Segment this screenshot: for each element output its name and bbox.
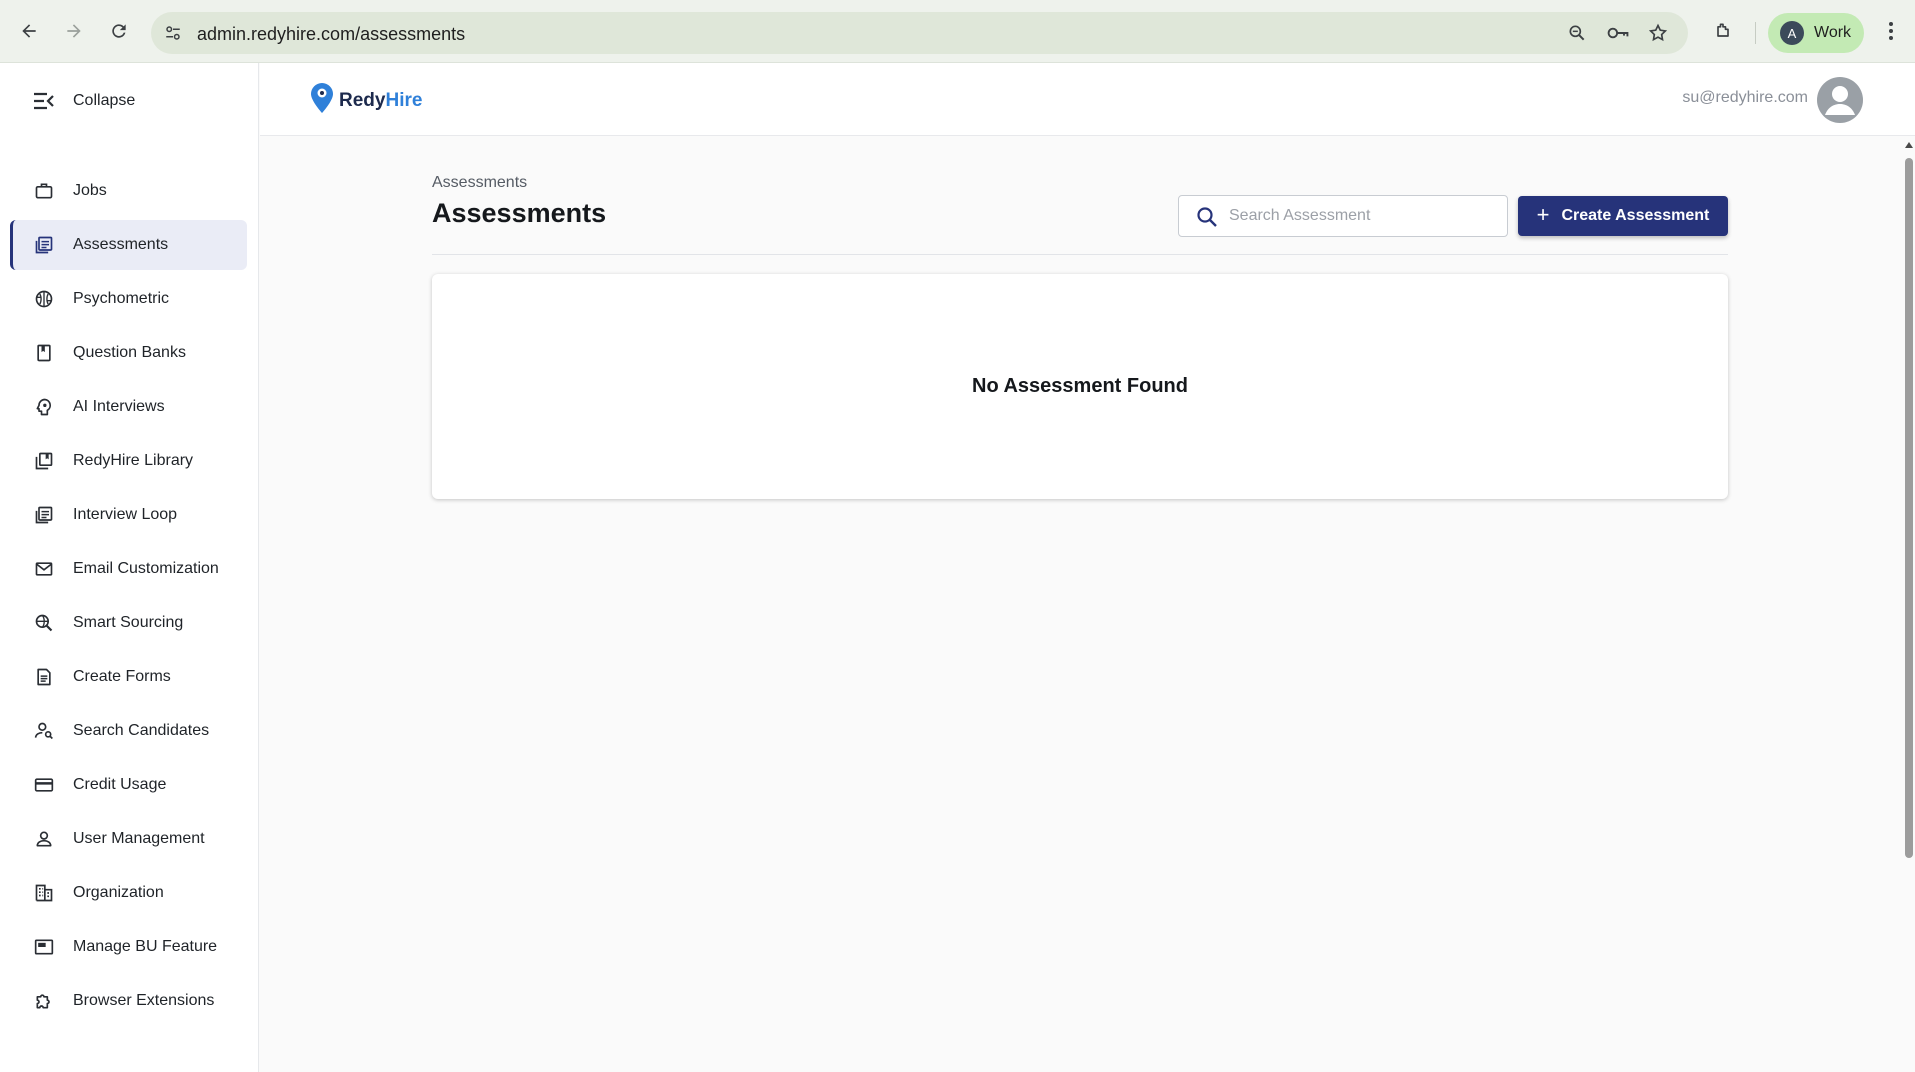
sidebar-item-label: Question Banks <box>73 344 186 361</box>
sidebar-item-label: Email Customization <box>73 560 219 577</box>
list-stack-icon <box>32 503 56 527</box>
sidebar-item-label: Jobs <box>73 182 107 199</box>
featured-video-icon <box>32 935 56 959</box>
library-books-icon <box>32 449 56 473</box>
psychology-head-icon <box>32 395 56 419</box>
brain-icon <box>32 287 56 311</box>
sidebar-item-label: Smart Sourcing <box>73 614 184 631</box>
site-settings-icon[interactable] <box>161 21 185 45</box>
profile-label: Work <box>1814 24 1852 41</box>
bookmark-star-icon[interactable] <box>1646 21 1670 45</box>
sidebar-item-label: Manage BU Feature <box>73 938 218 955</box>
sidebar-item-user-management[interactable]: User Management <box>10 814 247 864</box>
user-avatar[interactable] <box>1817 77 1863 123</box>
sidebar-item-manage-bu-feature[interactable]: Manage BU Feature <box>10 922 247 972</box>
sidebar-item-label: Credit Usage <box>73 776 167 793</box>
sidebar-item-credit-usage[interactable]: Credit Usage <box>10 760 247 810</box>
search-assessment-field[interactable] <box>1178 195 1508 237</box>
sidebar-item-label: Browser Extensions <box>73 992 215 1009</box>
sidebar-item-label: Assessments <box>73 236 169 253</box>
sidebar-item-smart-sourcing[interactable]: Smart Sourcing <box>10 598 247 648</box>
scroll-up-arrow-icon[interactable] <box>1905 142 1913 148</box>
sidebar-item-label: AI Interviews <box>73 398 165 415</box>
sidebar-item-create-forms[interactable]: Create Forms <box>10 652 247 702</box>
sidebar-item-organization[interactable]: Organization <box>10 868 247 918</box>
briefcase-icon <box>32 179 56 203</box>
sidebar-item-interview-loop[interactable]: Interview Loop <box>10 490 247 540</box>
empty-state-message: No Assessment Found <box>972 375 1188 397</box>
sidebar-item-question-banks[interactable]: Question Banks <box>10 328 247 378</box>
logo-text: RedyHire <box>339 90 422 112</box>
reload-icon[interactable] <box>105 17 133 45</box>
sidebar-item-psychometric[interactable]: Psychometric <box>10 274 247 324</box>
logo-hire-text: Hire <box>385 89 423 111</box>
url-text[interactable]: admin.redyhire.com/assessments <box>197 24 465 45</box>
zoom-icon[interactable] <box>1565 21 1589 45</box>
bookmark-book-icon <box>32 341 56 365</box>
extension-puzzle-icon <box>32 989 56 1013</box>
empty-state-card: No Assessment Found <box>432 274 1728 499</box>
password-key-icon[interactable] <box>1606 21 1630 45</box>
user-email: su@redyhire.com <box>1682 89 1808 106</box>
breadcrumb[interactable]: Assessments <box>432 174 527 192</box>
travel-explore-icon <box>32 611 56 635</box>
divider <box>432 254 1728 255</box>
sidebar-item-label: Organization <box>73 884 164 901</box>
sidebar-nav: Jobs Assessments Psychometric Question B… <box>10 166 247 1030</box>
address-bar[interactable]: admin.redyhire.com/assessments <box>151 12 1688 54</box>
browser-toolbar: admin.redyhire.com/assessments A Work <box>0 0 1915 63</box>
sidebar-item-label: Interview Loop <box>73 506 178 523</box>
assessment-icon <box>32 233 56 257</box>
create-assessment-button[interactable]: + Create Assessment <box>1518 196 1728 236</box>
sidebar-item-assessments[interactable]: Assessments <box>10 220 247 270</box>
sidebar-item-label: User Management <box>73 830 205 847</box>
toolbar-divider <box>1755 22 1756 44</box>
menu-collapse-icon <box>32 89 56 113</box>
extensions-puzzle-icon[interactable] <box>1709 17 1737 45</box>
back-arrow-icon[interactable] <box>15 17 43 45</box>
search-input[interactable] <box>1229 196 1499 236</box>
kebab-menu-icon[interactable] <box>1877 17 1905 45</box>
building-icon <box>32 881 56 905</box>
document-icon <box>32 665 56 689</box>
create-assessment-label: Create Assessment <box>1561 207 1710 224</box>
search-icon <box>1195 205 1219 229</box>
forward-arrow-icon[interactable] <box>60 17 88 45</box>
sidebar-item-label: Psychometric <box>73 290 170 307</box>
person-icon <box>32 827 56 851</box>
sidebar-item-label: Search Candidates <box>73 722 210 739</box>
sidebar: Collapse Jobs Assessments Psychometric Q… <box>0 63 259 1072</box>
sidebar-item-search-candidates[interactable]: Search Candidates <box>10 706 247 756</box>
plus-icon: + <box>1536 202 1550 227</box>
mail-icon <box>32 557 56 581</box>
credit-card-icon <box>32 773 56 797</box>
app-header: RedyHire su@redyhire.com <box>260 63 1915 136</box>
collapse-button[interactable]: Collapse <box>0 83 259 119</box>
location-pin-icon <box>310 82 334 119</box>
sidebar-item-ai-interviews[interactable]: AI Interviews <box>10 382 247 432</box>
sidebar-item-email-customization[interactable]: Email Customization <box>10 544 247 594</box>
person-search-icon <box>32 719 56 743</box>
profile-chip[interactable]: A Work <box>1768 13 1864 53</box>
sidebar-item-label: RedyHire Library <box>73 452 194 469</box>
scrollbar-thumb[interactable] <box>1905 158 1913 858</box>
redyhire-logo[interactable]: RedyHire <box>310 82 422 119</box>
sidebar-item-redyhire-library[interactable]: RedyHire Library <box>10 436 247 486</box>
scrollbar[interactable] <box>1903 136 1915 1072</box>
logo-redy-text: Redy <box>339 89 386 111</box>
sidebar-item-browser-extensions[interactable]: Browser Extensions <box>10 976 247 1026</box>
profile-avatar: A <box>1780 21 1804 45</box>
page-title: Assessments <box>432 198 607 228</box>
collapse-label: Collapse <box>73 92 136 109</box>
sidebar-item-label: Create Forms <box>73 668 171 685</box>
sidebar-item-jobs[interactable]: Jobs <box>10 166 247 216</box>
